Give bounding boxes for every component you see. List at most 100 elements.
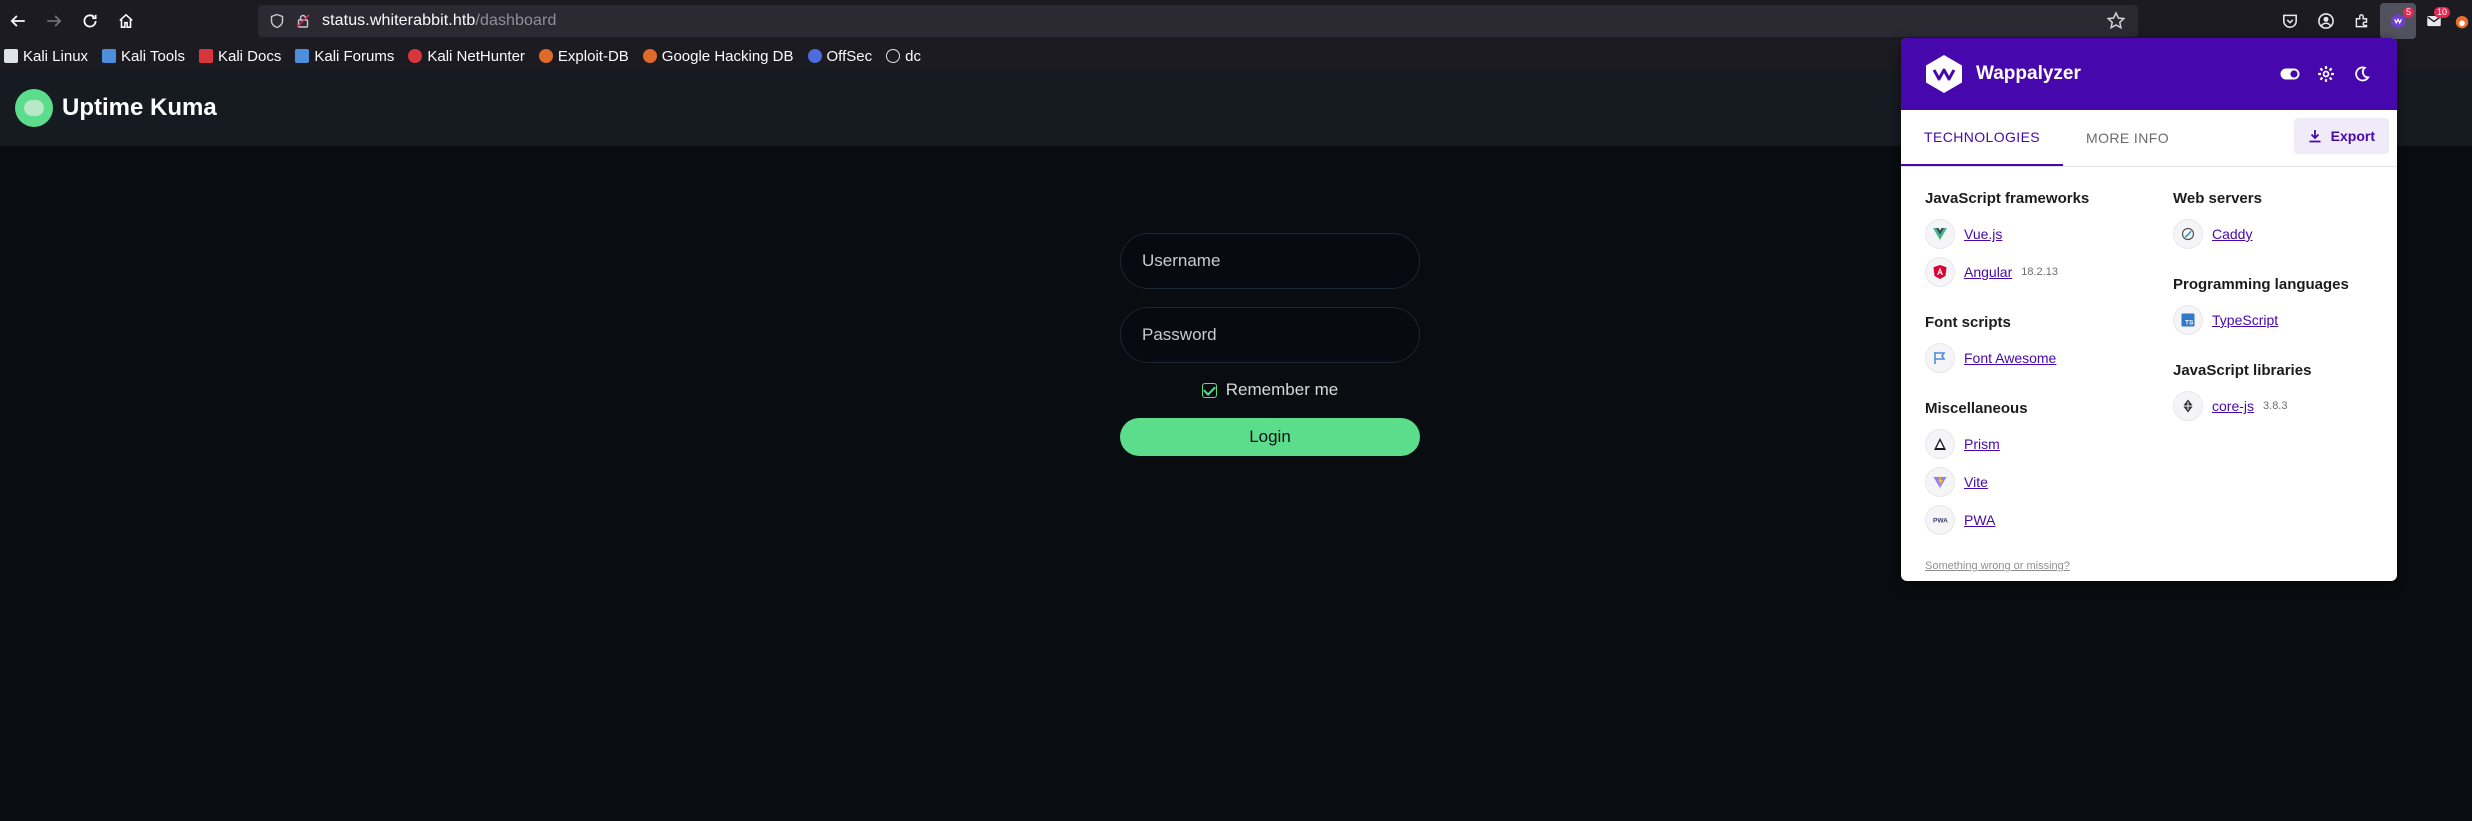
bookmark-label: Kali Tools (121, 47, 185, 65)
caddy-icon (2173, 219, 2203, 249)
bookmark-star-icon[interactable] (2104, 9, 2128, 33)
address-bar[interactable]: status.whiterabbit.htb/dashboard (258, 5, 2138, 37)
tech-font-awesome[interactable]: Font Awesome (1925, 339, 2165, 377)
extensions-button[interactable] (2344, 3, 2380, 39)
wappalyzer-extension-button[interactable]: 5 (2380, 3, 2416, 39)
bookmark-google-hacking-db[interactable]: Google Hacking DB (642, 48, 794, 65)
bookmark-label: Exploit-DB (557, 47, 629, 65)
tech-name[interactable]: Vue.js (1964, 226, 2002, 242)
reload-button[interactable] (72, 3, 108, 39)
wappalyzer-popup: Wappalyzer TECHNOLOGIES MORE INFO Export… (1901, 38, 2397, 581)
tech-name[interactable]: Caddy (2212, 226, 2252, 242)
tech-prism[interactable]: Prism (1925, 425, 2165, 463)
remember-me[interactable]: Remember me (1120, 380, 1420, 400)
tech-vue[interactable]: Vue.js (1925, 215, 2165, 253)
notifications-badge: 10 (2433, 7, 2450, 18)
tech-version: 18.2.13 (2021, 266, 2058, 278)
tech-pwa[interactable]: PWA PWA (1925, 501, 2165, 539)
tech-core-js[interactable]: core-js 3.8.3 (2173, 387, 2383, 425)
forward-button[interactable] (36, 3, 72, 39)
bookmark-kali-tools[interactable]: Kali Tools (102, 48, 185, 65)
kali-dragon-icon (4, 49, 18, 63)
vite-icon (1925, 467, 1955, 497)
tech-vite[interactable]: Vite (1925, 463, 2165, 501)
category-title: Miscellaneous (1925, 400, 2028, 417)
lock-icon[interactable] (290, 8, 316, 34)
svg-text:PWA: PWA (1933, 518, 1948, 525)
exploit-db-icon (538, 49, 553, 63)
bookmark-kali-docs[interactable]: Kali Docs (198, 48, 281, 65)
fox-icon (2455, 15, 2469, 29)
vue-icon (1925, 219, 1955, 249)
category-title: JavaScript frameworks (1925, 190, 2090, 207)
bookmark-dc[interactable]: dc (886, 48, 921, 65)
app-title[interactable]: Uptime Kuma (62, 94, 217, 122)
remember-me-label: Remember me (1225, 380, 1339, 399)
tab-technologies[interactable]: TECHNOLOGIES (1901, 110, 2064, 166)
bookmark-exploit-db[interactable]: Exploit-DB (538, 47, 629, 65)
tech-name[interactable]: PWA (1964, 512, 1995, 528)
username-input[interactable]: Username (1120, 233, 1420, 289)
category-miscellaneous: Miscellaneous Prism Vite PWA PWA (1925, 400, 2165, 539)
download-icon (2309, 130, 2321, 143)
toggle-icon (2280, 68, 2300, 80)
tech-typescript[interactable]: TS TypeScript (2173, 301, 2383, 339)
tech-name[interactable]: Prism (1964, 436, 2000, 452)
bookmark-kali-forums[interactable]: Kali Forums (295, 48, 394, 65)
uptime-kuma-logo[interactable] (15, 89, 53, 127)
pwa-icon: PWA (1925, 505, 1955, 535)
wappalyzer-badge: 5 (2402, 7, 2414, 18)
font-awesome-icon (1925, 343, 1955, 373)
offsec-icon (807, 49, 822, 63)
tech-name[interactable]: Font Awesome (1964, 350, 2056, 366)
account-icon (2318, 13, 2334, 29)
tech-name[interactable]: core-js (2212, 398, 2254, 414)
pocket-button[interactable] (2272, 3, 2308, 39)
notifications-extension-button[interactable]: 10 (2416, 3, 2452, 39)
home-button[interactable] (108, 3, 144, 39)
wappalyzer-header: Wappalyzer (1901, 38, 2397, 110)
account-button[interactable] (2308, 3, 2344, 39)
report-issue-link[interactable]: Something wrong or missing? (1925, 560, 2070, 572)
right-column: Web servers Caddy Programming languages … (2173, 167, 2383, 425)
remember-me-checkbox[interactable] (1201, 382, 1217, 398)
url-host: status.whiterabbit.htb (322, 12, 476, 29)
category-title: Web servers (2173, 190, 2262, 207)
reload-icon (83, 14, 97, 28)
arrow-right-icon (47, 15, 62, 27)
category-title: JavaScript libraries (2173, 362, 2312, 379)
tracking-protection-icon[interactable] (264, 8, 290, 34)
bookmark-label: Kali Forums (314, 47, 395, 65)
back-button[interactable] (0, 3, 36, 39)
arrow-left-icon (10, 15, 25, 27)
tech-name[interactable]: Angular (1964, 264, 2012, 280)
browser-toolbar: status.whiterabbit.htb/dashboard 5 10 (0, 0, 2472, 42)
export-button[interactable]: Export (2293, 118, 2389, 154)
tab-more-info[interactable]: MORE INFO (2063, 110, 2192, 166)
login-button[interactable]: Login (1120, 418, 1420, 456)
category-web-servers: Web servers Caddy (2173, 190, 2383, 253)
tech-caddy[interactable]: Caddy (2173, 215, 2383, 253)
password-input[interactable]: Password (1120, 307, 1420, 363)
category-javascript-libraries: JavaScript libraries core-js 3.8.3 (2173, 362, 2383, 425)
bookmark-offsec[interactable]: OffSec (807, 48, 872, 65)
bookmark-kali-linux[interactable]: Kali Linux (4, 48, 88, 65)
left-column: JavaScript frameworks Vue.js Angular 18.… (1925, 167, 2165, 539)
wappalyzer-technologies: JavaScript frameworks Vue.js Angular 18.… (1901, 167, 2397, 581)
settings-button[interactable] (2311, 62, 2341, 86)
bookmark-kali-nethunter[interactable]: Kali NetHunter (408, 48, 525, 65)
typescript-icon: TS (2173, 305, 2203, 335)
wappalyzer-logo-icon (1926, 55, 1962, 93)
tech-name[interactable]: TypeScript (2212, 312, 2278, 328)
puzzle-icon (2355, 14, 2368, 28)
gear-icon (2318, 66, 2334, 82)
toggle-switch[interactable] (2275, 62, 2305, 86)
wappalyzer-controls (2269, 62, 2377, 86)
tech-version: 3.8.3 (2263, 400, 2288, 412)
svg-text:TS: TS (2185, 320, 2194, 327)
tech-angular[interactable]: Angular 18.2.13 (1925, 253, 2165, 291)
tech-name[interactable]: Vite (1964, 474, 1988, 490)
login-form: Username Password Remember me Login (1120, 233, 1420, 456)
dark-mode-button[interactable] (2347, 62, 2377, 86)
foxyproxy-extension-button[interactable] (2452, 3, 2472, 39)
